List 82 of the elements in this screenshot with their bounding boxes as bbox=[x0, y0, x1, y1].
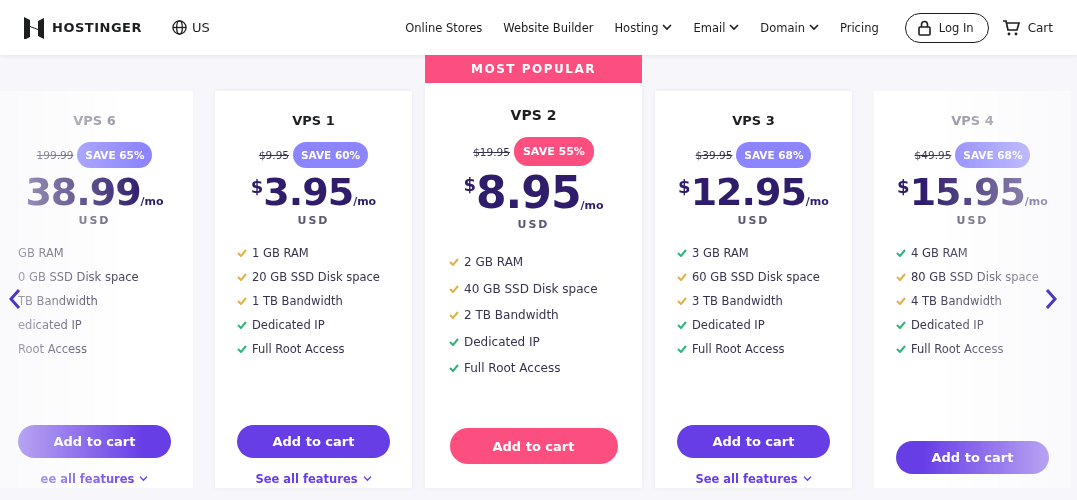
price-period: /mo bbox=[805, 195, 829, 208]
feature-text: Full Root Access bbox=[464, 361, 561, 376]
feature-text: Dedicated IP bbox=[911, 318, 984, 332]
currency-label: USD bbox=[297, 214, 330, 227]
plan-name: VPS 2 bbox=[510, 107, 557, 123]
feature-text: Dedicated IP bbox=[464, 334, 540, 349]
most-popular-badge: MOST POPULAR bbox=[425, 55, 642, 83]
old-price: 199.99 bbox=[36, 149, 74, 161]
feature-text: 3 TB Bandwidth bbox=[692, 294, 783, 308]
feature-text: 40 GB SSD Disk space bbox=[464, 281, 598, 296]
feature-text: 4 GB RAM bbox=[911, 246, 968, 260]
currency-label: USD bbox=[78, 214, 111, 227]
feature-text: 1 TB Bandwidth bbox=[252, 294, 343, 308]
plan-name: VPS 4 bbox=[951, 113, 994, 128]
brand-name: HOSTINGER bbox=[52, 20, 142, 35]
price-period: /mo bbox=[353, 195, 377, 208]
feature-text: 20 GB SSD Disk space bbox=[252, 270, 380, 284]
feature-text: 1 GB RAM bbox=[252, 246, 309, 260]
price-period: /mo bbox=[580, 199, 604, 212]
discount-pill: SAVE 55% bbox=[513, 137, 594, 166]
add-to-cart-button[interactable]: Add to cart bbox=[18, 425, 171, 458]
cart-icon bbox=[1002, 19, 1020, 36]
chevron-down-icon bbox=[362, 476, 372, 482]
feature-text: 60 GB SSD Disk space bbox=[692, 270, 820, 284]
feature-text: Full Root Access bbox=[252, 342, 345, 356]
feature-text: 80 GB SSD Disk space bbox=[911, 270, 1039, 284]
feature-text: Full Root Access bbox=[692, 342, 785, 356]
price-amount: 12.95 bbox=[690, 170, 806, 214]
nav-link[interactable]: Website Builder bbox=[503, 20, 594, 35]
feature-text: edicated IP bbox=[18, 318, 82, 332]
add-to-cart-button[interactable]: Add to cart bbox=[237, 425, 390, 458]
price-amount: 8.95 bbox=[475, 168, 581, 218]
currency-symbol: $ bbox=[678, 176, 691, 197]
see-all-features-link[interactable]: See all features bbox=[695, 472, 812, 486]
region-selector[interactable]: US bbox=[171, 20, 210, 35]
old-price: $39.95 bbox=[695, 149, 733, 161]
nav-link[interactable]: Hosting bbox=[614, 20, 673, 35]
globe-icon bbox=[171, 20, 187, 35]
chevron-down-icon bbox=[802, 476, 812, 482]
plan-name: VPS 3 bbox=[732, 113, 775, 128]
price-period: /mo bbox=[1024, 195, 1048, 208]
feature-text: GB RAM bbox=[18, 246, 64, 260]
price-period: /mo bbox=[140, 195, 164, 208]
cart-link[interactable]: Cart bbox=[1002, 19, 1053, 36]
add-to-cart-button[interactable]: Add to cart bbox=[677, 425, 830, 458]
nav-link[interactable]: Pricing bbox=[839, 20, 879, 35]
currency-symbol: $ bbox=[463, 174, 476, 195]
currency-symbol: $ bbox=[897, 176, 910, 197]
old-price: $19.95 bbox=[473, 145, 510, 158]
feature-text: 2 GB RAM bbox=[464, 255, 524, 270]
chevron-down-icon bbox=[139, 476, 149, 482]
feature-text: Dedicated IP bbox=[252, 318, 325, 332]
feature-text: Full Root Access bbox=[911, 342, 1004, 356]
nav-link[interactable]: Online Stores bbox=[405, 20, 483, 35]
feature-text: TB Bandwidth bbox=[18, 294, 98, 308]
price-amount: 38.99 bbox=[25, 170, 141, 214]
old-price: $9.95 bbox=[258, 149, 289, 161]
lock-icon bbox=[917, 19, 931, 36]
feature-text: 3 GB RAM bbox=[692, 246, 749, 260]
discount-pill: SAVE 68% bbox=[736, 142, 812, 168]
feature-text: 2 TB Bandwidth bbox=[464, 308, 559, 323]
feature-text: Dedicated IP bbox=[692, 318, 765, 332]
feature-text: 0 GB SSD Disk space bbox=[18, 270, 139, 284]
nav-link[interactable]: Email bbox=[693, 20, 740, 35]
discount-pill: SAVE 68% bbox=[955, 142, 1031, 168]
plan-name: VPS 6 bbox=[73, 113, 116, 128]
old-price: $49.95 bbox=[914, 149, 952, 161]
plan-name: VPS 1 bbox=[292, 113, 335, 128]
add-to-cart-button[interactable]: Add to cart bbox=[896, 441, 1049, 474]
discount-pill: SAVE 60% bbox=[293, 142, 369, 168]
nav-link[interactable]: Domain bbox=[760, 20, 819, 35]
price-amount: 15.95 bbox=[909, 170, 1025, 214]
discount-pill: SAVE 65% bbox=[77, 142, 153, 168]
currency-label: USD bbox=[517, 218, 550, 231]
price-amount: 3.95 bbox=[263, 170, 354, 214]
see-all-features-link[interactable]: See all features bbox=[255, 472, 372, 486]
logo-icon bbox=[24, 16, 44, 39]
feature-text: Root Access bbox=[18, 342, 88, 356]
currency-symbol: $ bbox=[250, 176, 264, 197]
currency-label: USD bbox=[956, 214, 989, 227]
feature-text: 4 TB Bandwidth bbox=[911, 294, 1002, 308]
currency-label: USD bbox=[737, 214, 770, 227]
